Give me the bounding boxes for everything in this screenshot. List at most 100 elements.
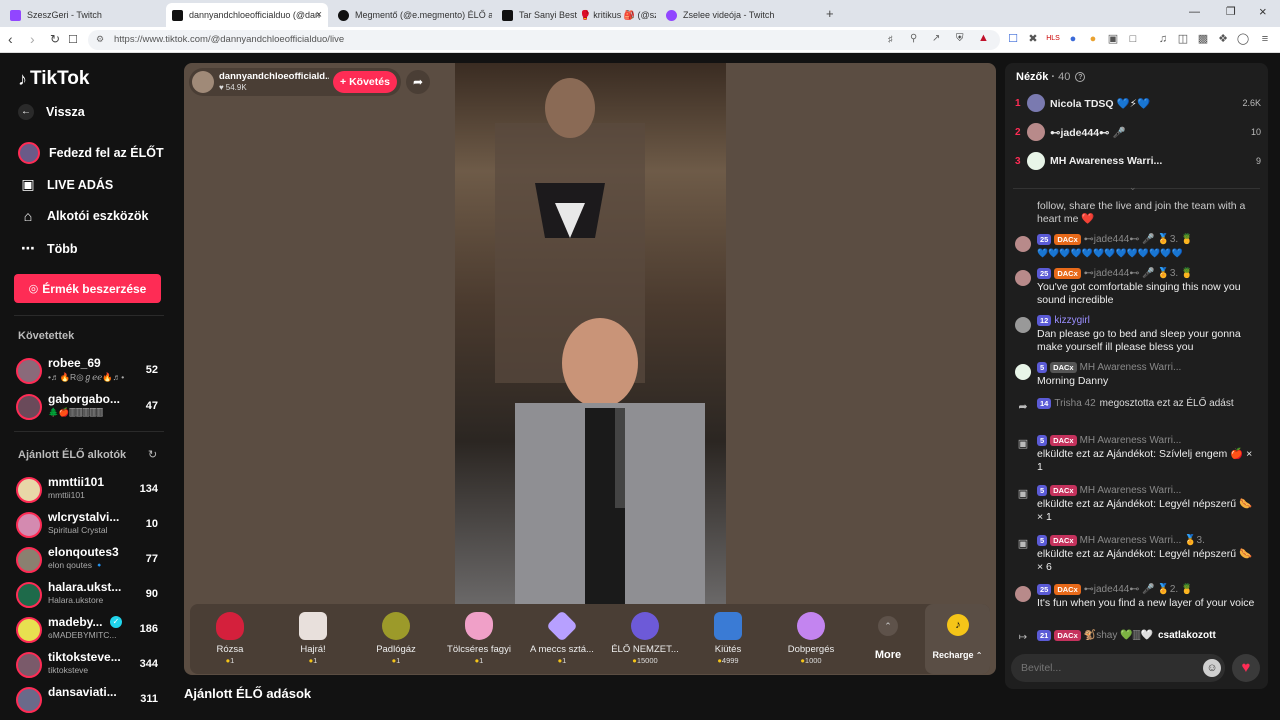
suggested-user[interactable]: elonqoutes3 elon qoutes 🔹 77 (16, 545, 166, 579)
live-video[interactable] (455, 63, 726, 604)
host-name[interactable]: dannyandchloeofficiald... (219, 71, 329, 82)
site-settings-icon[interactable]: ⚙ (96, 34, 104, 45)
extension-icon[interactable]: HLS (1046, 32, 1060, 46)
close-window-icon[interactable]: × (1259, 4, 1267, 19)
suggested-user[interactable]: mmttii101 mmttii101 134 (16, 475, 166, 509)
zoom-icon[interactable]: ⚲ (910, 33, 917, 44)
chat-gift-event[interactable]: ▣ 5 DACx MH Awareness Warri... 🏅3. elkül… (1013, 535, 1263, 575)
translate-icon[interactable]: ☐ (1006, 32, 1020, 46)
browser-tab[interactable]: Megmentő (@e.megmento) ÉLŐ adás (332, 3, 492, 27)
get-coins-button[interactable]: ◎ Érmék beszerzése (14, 274, 161, 303)
host-avatar[interactable] (192, 71, 214, 93)
chat-join-event[interactable]: ↦ 21 DACx 🐒shay 💚🀫🤍 csatlakozott (1013, 630, 1263, 648)
recharge-button[interactable]: ♪ Recharge ⌃ (925, 604, 990, 674)
suggested-user[interactable]: wlcrystalvi... Spiritual Crystal 10 (16, 510, 166, 544)
media-icon[interactable]: ♯ (888, 34, 893, 44)
extensions-puzzle-icon[interactable]: ❖ (1216, 32, 1230, 46)
gift-item[interactable]: Tölcséres fagyi ●1 (439, 604, 519, 674)
chat-message[interactable]: 25 DACx ⊷jade444⊷ 🎤 🏅2. 🍍 It's fun when … (1013, 584, 1263, 624)
chat-message[interactable]: 25 DACx ⊷jade444⊷ 🎤 🏅3. 🍍 💙💙💙💙💙💙💙💙💙💙💙💙💙 (1013, 234, 1263, 264)
minimize-icon[interactable]: — (1189, 6, 1200, 18)
bookmark-icon[interactable]: ☐ (68, 33, 78, 46)
gift-item[interactable]: Kiütés ●4999 (688, 604, 768, 674)
nav-creator-tools[interactable]: ⌂ Alkotói eszközök (18, 208, 149, 224)
emoji-icon[interactable]: ☺ (1203, 659, 1221, 677)
top-viewer[interactable]: 1 Nicola TDSQ 💙⚡💙 2.6K (1013, 94, 1261, 118)
browser-tab-active[interactable]: dannyandchloeofficialduo (@dan × (166, 3, 328, 27)
extension-icon[interactable]: ▣ (1106, 32, 1120, 46)
music-icon[interactable]: ♫ (1156, 32, 1170, 46)
share-icon[interactable]: ➦ (406, 70, 430, 94)
browser-tab[interactable]: Zselee videója - Twitch (660, 3, 820, 27)
avatar (1015, 586, 1031, 602)
share-icon[interactable]: ↗ (932, 33, 940, 44)
tiktok-icon (338, 9, 349, 21)
forward-arrow-icon[interactable]: › (30, 31, 35, 47)
chevron-down-icon[interactable]: ⌄ (1129, 182, 1137, 193)
avatar (16, 687, 42, 713)
gift-item[interactable]: ÉLŐ NEMZET... ●15000 (605, 604, 685, 674)
top-viewer[interactable]: 3 MH Awareness Warri... 9 (1013, 152, 1261, 176)
suggested-user[interactable]: dansaviati... 311 (16, 685, 166, 719)
sidebar: ♪ TikTok ← Vissza Fedezd fel az ÉLŐT ▣ L… (0, 54, 183, 720)
gift-item[interactable]: Dobpergés ●1000 (771, 604, 851, 674)
browser-tab[interactable]: Tar Sanyi Best 🥊 kritikus 🎒 (@szop (496, 3, 656, 27)
tiktok-logo[interactable]: ♪ TikTok (18, 68, 89, 90)
sidebar-icon[interactable]: ◫ (1176, 32, 1190, 46)
gift-item[interactable]: A meccs sztá... ●1 (522, 604, 602, 674)
reload-icon[interactable]: ↻ (50, 32, 60, 46)
heart-like-button[interactable]: ♥ (1232, 654, 1260, 682)
browser-tab[interactable]: SzeszGeri - Twitch (4, 3, 164, 27)
close-tab-icon[interactable]: × (316, 9, 322, 21)
nav-more[interactable]: ⋯ Több (18, 240, 78, 257)
address-bar[interactable]: ⚙ https://www.tiktok.com/@dannyandchloeo… (88, 30, 1000, 50)
following-user[interactable]: robee_69 •♬🔥R◎ℊℯℯ🔥♬• 52 (16, 356, 166, 390)
extension-icon[interactable]: □ (1126, 32, 1140, 46)
gift-item[interactable]: Padlógáz ●1 (356, 604, 436, 674)
more-gifts-button[interactable]: ⌃ More (858, 604, 918, 674)
rose-icon (216, 612, 244, 640)
vpn-icon[interactable]: ◯ (1236, 32, 1250, 46)
wallet-icon[interactable]: ▩ (1196, 32, 1210, 46)
maximize-icon[interactable]: ❐ (1226, 5, 1236, 18)
rewards-icon[interactable]: ▲ (978, 32, 989, 44)
extension-icon[interactable]: ● (1086, 32, 1100, 46)
chat-gift-event[interactable]: ▣ 5 DACx MH Awareness Warri... elküldte … (1013, 435, 1263, 475)
chat-input[interactable] (1021, 659, 1191, 677)
back-link[interactable]: ← Vissza (18, 104, 85, 120)
shield-icon[interactable]: ⛨ (956, 33, 964, 44)
chat-gift-event[interactable]: ▣ 5 DACx MH Awareness Warri... elküldte … (1013, 485, 1263, 525)
menu-icon[interactable]: ≡ (1258, 32, 1272, 46)
gift-item[interactable]: Hajrá! ●1 (273, 604, 353, 674)
info-icon[interactable]: ? (1075, 72, 1086, 82)
avatar (1027, 94, 1045, 112)
nav-explore-live[interactable]: Fedezd fel az ÉLŐT (18, 142, 164, 164)
gas-pedal-icon (382, 612, 410, 640)
suggested-user[interactable]: madeby... ✓ ɢMADEBYMITC... 186 (16, 615, 166, 649)
extension-icon[interactable]: ✖ (1026, 32, 1040, 46)
explore-live-avatar (18, 142, 40, 164)
following-user[interactable]: gaborgabo... 🌲🍎🀫🀫🀫🀫🀫 47 (16, 392, 166, 426)
extension-icon[interactable]: ● (1066, 32, 1080, 46)
gift-item[interactable]: Rózsa ●1 (190, 604, 270, 674)
suggested-title: Ajánlott ÉLŐ alkotók (18, 449, 127, 461)
chat-message[interactable]: 5 DACx MH Awareness Warri... Morning Dan… (1013, 362, 1263, 390)
refresh-icon[interactable]: ↻ (148, 448, 157, 461)
nav-live[interactable]: ▣ LIVE ADÁS (18, 176, 113, 193)
avatar (1027, 152, 1045, 170)
chat-message[interactable]: 25 DACx ⊷jade444⊷ 🎤 🏅3. 🍍 You've got com… (1013, 268, 1263, 308)
live-stream-player[interactable]: dannyandchloeofficiald... ♥ 54.9K + Köve… (184, 63, 996, 675)
suggested-user[interactable]: tiktoksteve... tiktoksteve 344 (16, 650, 166, 684)
avatar (16, 512, 42, 538)
twitch-icon (666, 9, 677, 21)
new-tab-button[interactable]: + (826, 6, 834, 21)
chat-message[interactable]: 12 kizzygirl Dan please go to bed and sl… (1013, 315, 1263, 355)
twitch-icon (10, 9, 21, 21)
chat-share-event[interactable]: ➦ 14 Trisha 42 megosztotta ezt az ÉLŐ ad… (1013, 398, 1263, 426)
suggested-user[interactable]: halara.ukst... Halara.ukstore 90 (16, 580, 166, 614)
following-title: Követettek (18, 330, 75, 342)
divider (14, 315, 164, 316)
follow-button[interactable]: + Követés (333, 71, 397, 93)
top-viewer[interactable]: 2 ⊷jade444⊷ 🎤 10 (1013, 123, 1261, 147)
back-arrow-icon[interactable]: ‹ (8, 31, 13, 47)
